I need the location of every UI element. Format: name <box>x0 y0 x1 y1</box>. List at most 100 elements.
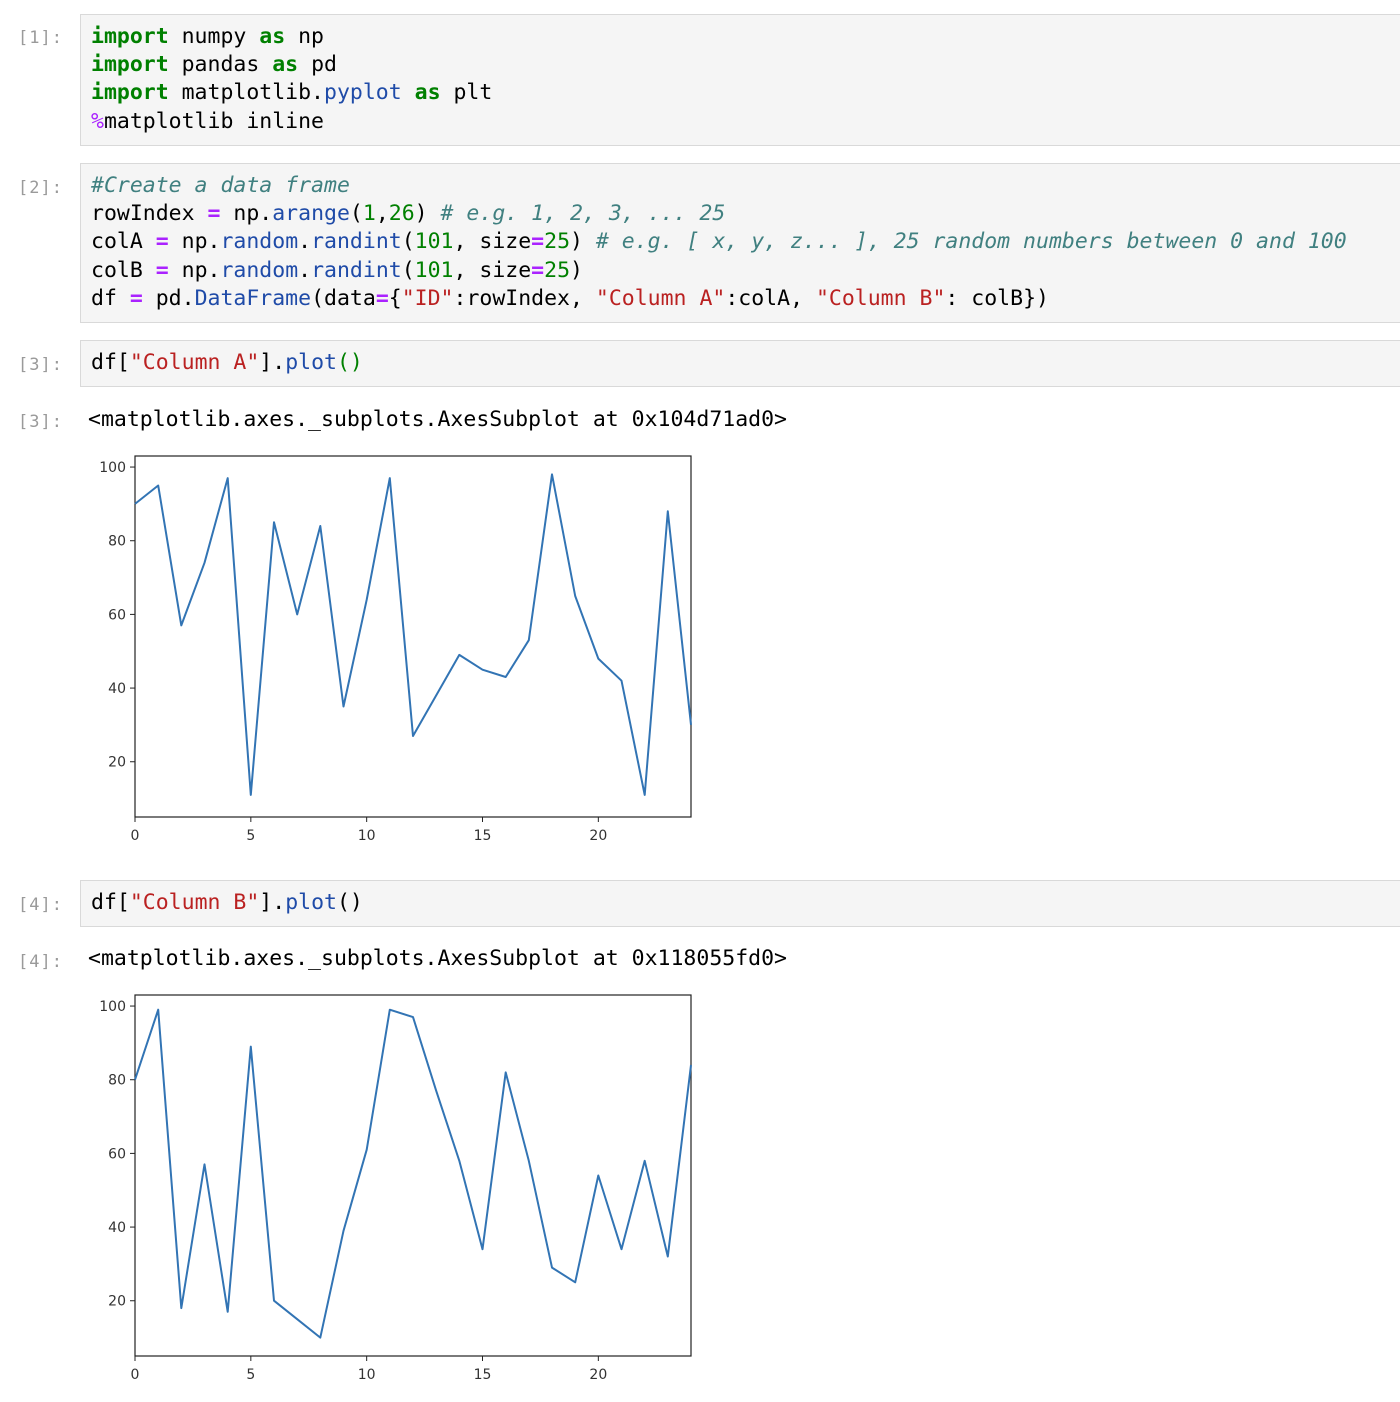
y-tick-label: 100 <box>99 460 126 476</box>
code-editor[interactable]: import numpy as np import pandas as pd i… <box>91 23 492 136</box>
code-token: "Column B" <box>129 890 260 915</box>
code-token: # e.g. 1, 2, 3, ... 25 <box>440 201 726 227</box>
code-token: colA <box>91 229 156 255</box>
x-tick-label: 15 <box>474 1367 492 1383</box>
x-tick-label: 10 <box>358 828 376 844</box>
code-token: . <box>298 229 312 255</box>
code-token: , size <box>453 229 532 255</box>
code-line: import numpy as np <box>91 24 324 49</box>
code-token: () <box>336 350 363 375</box>
code-editor[interactable]: #Create a data frame rowIndex = np.arang… <box>91 172 1347 313</box>
code-token: np <box>285 24 325 49</box>
code-editor[interactable]: df["Column A"].plot() <box>91 349 363 377</box>
y-tick-label: 20 <box>108 1294 126 1310</box>
x-tick-label: 5 <box>246 828 255 844</box>
code-token: , <box>375 201 389 227</box>
y-tick-label: 100 <box>99 999 126 1015</box>
code-token: ( <box>349 201 363 227</box>
code-token: ]. <box>259 350 286 375</box>
code-token: "Column B" <box>815 285 946 311</box>
code-token: 1 <box>362 201 376 227</box>
code-line: rowIndex = np.arange(1,26) # e.g. 1, 2, … <box>91 201 725 226</box>
y-tick-label: 40 <box>108 1220 126 1236</box>
code-token: :rowIndex, <box>453 285 596 311</box>
code-line: df["Column B"].plot() <box>91 890 363 915</box>
x-tick-label: 5 <box>246 1367 255 1383</box>
code-token: np. <box>168 229 221 255</box>
y-tick-label: 60 <box>108 1146 126 1162</box>
code-token: numpy <box>168 24 260 49</box>
code-token: #Create a data frame <box>91 173 350 198</box>
code-token: randint <box>311 257 402 283</box>
line-chart-column-b: 20 40 60 80 100 0 5 10 15 20 <box>99 994 692 1383</box>
code-token: import <box>91 52 169 78</box>
code-token: as <box>259 24 286 49</box>
code-token: colB <box>91 257 156 283</box>
output-repr-4: <matplotlib.axes._subplots.AxesSubplot a… <box>88 946 787 971</box>
code-token: "Column A" <box>129 350 260 375</box>
x-tick-label: 0 <box>131 828 140 844</box>
y-tick-label: 20 <box>108 755 126 771</box>
code-cell-3[interactable]: df["Column A"].plot() <box>80 340 1400 387</box>
code-token: plt <box>440 80 493 106</box>
code-token: pandas <box>168 52 273 78</box>
code-token: import <box>91 80 169 106</box>
code-token: df <box>91 285 130 311</box>
code-token: = <box>531 229 545 255</box>
plot-area <box>134 994 692 1357</box>
x-tick-label: 20 <box>589 828 607 844</box>
code-token: 25 <box>544 257 571 283</box>
code-line: import pandas as pd <box>91 52 337 77</box>
code-token: (data <box>311 285 376 311</box>
code-token: import <box>91 24 169 49</box>
code-token: pd. <box>142 285 195 311</box>
output-prompt-4: [4]: <box>18 952 63 972</box>
code-token: = <box>129 285 143 311</box>
code-line: import matplotlib.pyplot as plt <box>91 80 492 105</box>
code-token: () <box>336 890 363 915</box>
code-cell-4[interactable]: df["Column B"].plot() <box>80 880 1400 927</box>
code-token: = <box>531 257 545 283</box>
code-cell-2[interactable]: #Create a data frame rowIndex = np.arang… <box>80 163 1400 323</box>
code-token: plot <box>285 350 337 375</box>
code-token: 101 <box>414 257 454 283</box>
code-token: pyplot <box>324 80 402 106</box>
code-token: 101 <box>414 229 454 255</box>
input-prompt-3: [3]: <box>18 355 63 375</box>
code-token: df[ <box>91 350 130 375</box>
x-tick-label: 20 <box>589 1367 607 1383</box>
code-token: matplotlib inline <box>103 108 325 134</box>
code-token: randint <box>311 229 402 255</box>
code-token: ) <box>570 257 583 283</box>
code-line: colB = np.random.randint(101, size=25) <box>91 258 583 283</box>
code-token: . <box>298 257 312 283</box>
code-token: rowIndex <box>91 201 208 227</box>
y-tick-label: 80 <box>108 1073 126 1089</box>
code-token: np. <box>220 201 273 227</box>
code-token: pd <box>298 52 337 78</box>
code-line: %matplotlib inline <box>91 109 324 134</box>
output-repr-3: <matplotlib.axes._subplots.AxesSubplot a… <box>88 407 787 432</box>
code-token: DataFrame <box>194 285 312 311</box>
code-token: ) <box>414 201 441 227</box>
code-token: ) <box>570 229 596 255</box>
code-cell-1[interactable]: import numpy as np import pandas as pd i… <box>80 14 1400 146</box>
code-token: as <box>414 80 441 106</box>
code-token: = <box>155 257 169 283</box>
code-token: df[ <box>91 890 130 915</box>
code-token: "Column A" <box>595 285 726 311</box>
code-line: df["Column A"].plot() <box>91 350 363 375</box>
input-prompt-1: [1]: <box>18 28 63 48</box>
x-tick-label: 15 <box>474 828 492 844</box>
code-token: random <box>220 257 299 283</box>
x-tick-label: 10 <box>358 1367 376 1383</box>
y-tick-label: 40 <box>108 681 126 697</box>
code-token: ]. <box>259 890 286 915</box>
y-tick-label: 80 <box>108 534 126 550</box>
code-token: np. <box>168 257 221 283</box>
code-token: as <box>272 52 299 78</box>
code-token: : colB}) <box>945 285 1049 311</box>
code-token: 26 <box>388 201 415 227</box>
code-editor[interactable]: df["Column B"].plot() <box>91 889 363 917</box>
